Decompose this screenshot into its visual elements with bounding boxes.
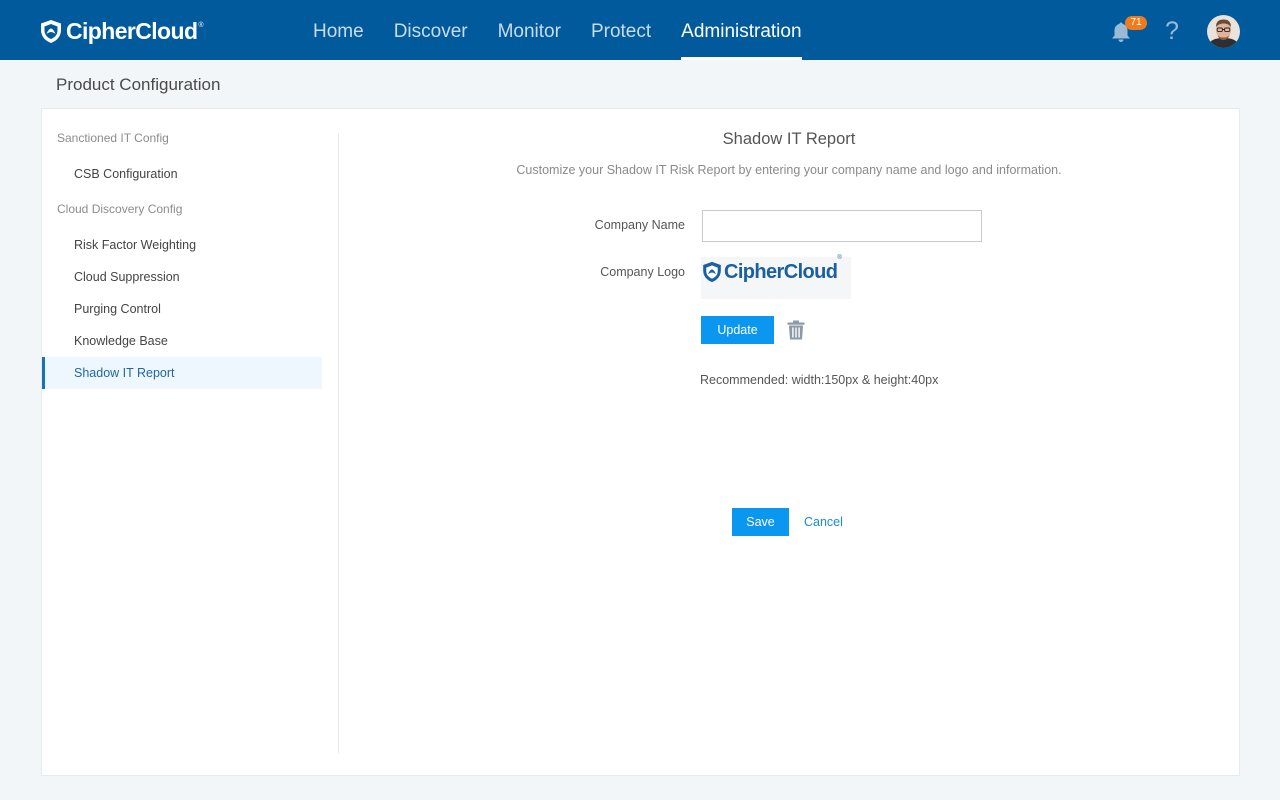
section-title: Shadow IT Report [722, 130, 856, 148]
config-sidebar: Sanctioned IT Config CSB Configuration C… [42, 109, 322, 775]
page-title: Product Configuration [56, 75, 221, 94]
brand-registered-mark: ® [198, 21, 204, 29]
nav-protect[interactable]: Protect [576, 0, 666, 60]
shield-logo-icon [703, 261, 721, 283]
shield-logo-icon [41, 19, 61, 43]
sidebar-item-cloud-suppression[interactable]: Cloud Suppression [42, 261, 322, 293]
save-button[interactable]: Save [732, 508, 789, 536]
sidebar-item-risk-factor-weighting[interactable]: Risk Factor Weighting [42, 229, 322, 261]
avatar[interactable] [1207, 15, 1240, 48]
nav-monitor[interactable]: Monitor [483, 0, 576, 60]
question-mark-icon[interactable]: ? [1162, 16, 1182, 46]
logo-preview-name: CipherCloud [724, 261, 838, 283]
sidebar-group-sanctioned: Sanctioned IT Config [57, 131, 169, 145]
user-photo [1207, 15, 1240, 48]
shadow-it-report-panel: Shadow IT Report Customize your Shadow I… [339, 109, 1239, 775]
company-name-input[interactable] [702, 210, 982, 242]
notification-badge: 71 [1125, 16, 1147, 30]
main-nav: Home Discover Monitor Protect Administra… [298, 0, 817, 60]
logo-size-recommendation: Recommended: width:150px & height:40px [700, 373, 939, 387]
cancel-link[interactable]: Cancel [804, 514, 843, 530]
configuration-card: Sanctioned IT Config CSB Configuration C… [41, 108, 1240, 776]
nav-home[interactable]: Home [298, 0, 379, 60]
brand-name: CipherCloud [66, 18, 198, 44]
logo-preview-registered-mark: ® [837, 255, 842, 261]
brand-logo[interactable]: CipherCloud ® [40, 18, 204, 44]
company-name-label: Company Name [594, 218, 685, 232]
sidebar-item-purging-control[interactable]: Purging Control [42, 293, 322, 325]
company-logo-preview: CipherCloud ® [701, 255, 851, 299]
nav-discover[interactable]: Discover [379, 0, 483, 60]
top-navigation-bar: CipherCloud ® Home Discover Monitor Prot… [0, 0, 1280, 60]
sidebar-group-cloud-discovery: Cloud Discovery Config [57, 202, 183, 216]
sidebar-item-shadow-it-report[interactable]: Shadow IT Report [42, 357, 322, 389]
section-description: Customize your Shadow IT Risk Report by … [516, 163, 1062, 177]
company-logo-label: Company Logo [600, 265, 685, 279]
nav-administration[interactable]: Administration [666, 0, 816, 60]
sidebar-item-csb-configuration[interactable]: CSB Configuration [42, 158, 322, 190]
update-logo-button[interactable]: Update [701, 316, 774, 344]
trash-icon[interactable] [787, 320, 805, 340]
sidebar-item-knowledge-base[interactable]: Knowledge Base [42, 325, 322, 357]
